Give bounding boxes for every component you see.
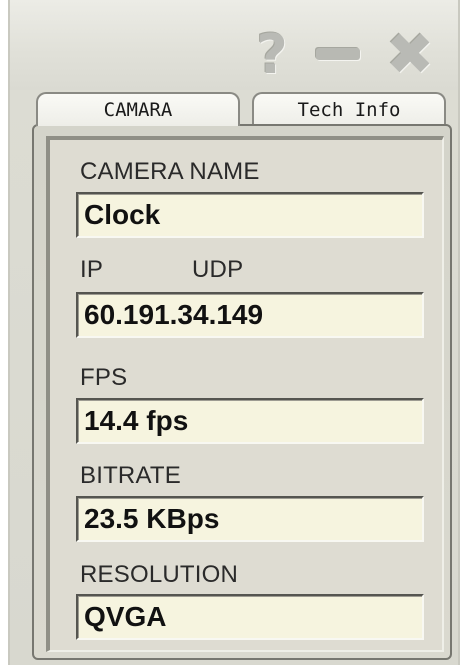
- tab-tech-info[interactable]: Tech Info: [252, 92, 446, 126]
- ip-field[interactable]: 60.191.34.149: [76, 292, 424, 338]
- close-button[interactable]: ✖: [380, 20, 440, 88]
- bitrate-label: BITRATE: [80, 462, 181, 489]
- tab-camara-label: CAMARA: [103, 99, 173, 121]
- fps-field[interactable]: 14.4 fps: [76, 398, 424, 444]
- tab-tech-info-label: Tech Info: [297, 99, 401, 121]
- fps-label: FPS: [80, 364, 128, 391]
- ip-label: IP: [80, 256, 104, 283]
- udp-label: UDP: [192, 256, 244, 283]
- camera-name-field[interactable]: Clock: [76, 192, 424, 238]
- help-button[interactable]: ?: [250, 22, 294, 86]
- tab-camara[interactable]: CAMARA: [36, 92, 240, 126]
- bitrate-field[interactable]: 23.5 KBps: [76, 496, 424, 542]
- resolution-field[interactable]: QVGA: [76, 594, 424, 640]
- title-bar: ? ✖: [10, 0, 458, 90]
- camera-name-label: CAMERA NAME: [80, 158, 260, 185]
- close-icon: ✖: [385, 20, 435, 88]
- resolution-label: RESOLUTION: [80, 561, 239, 588]
- help-icon: ?: [256, 22, 288, 86]
- minimize-button[interactable]: [312, 22, 364, 86]
- minimize-icon: [316, 48, 360, 60]
